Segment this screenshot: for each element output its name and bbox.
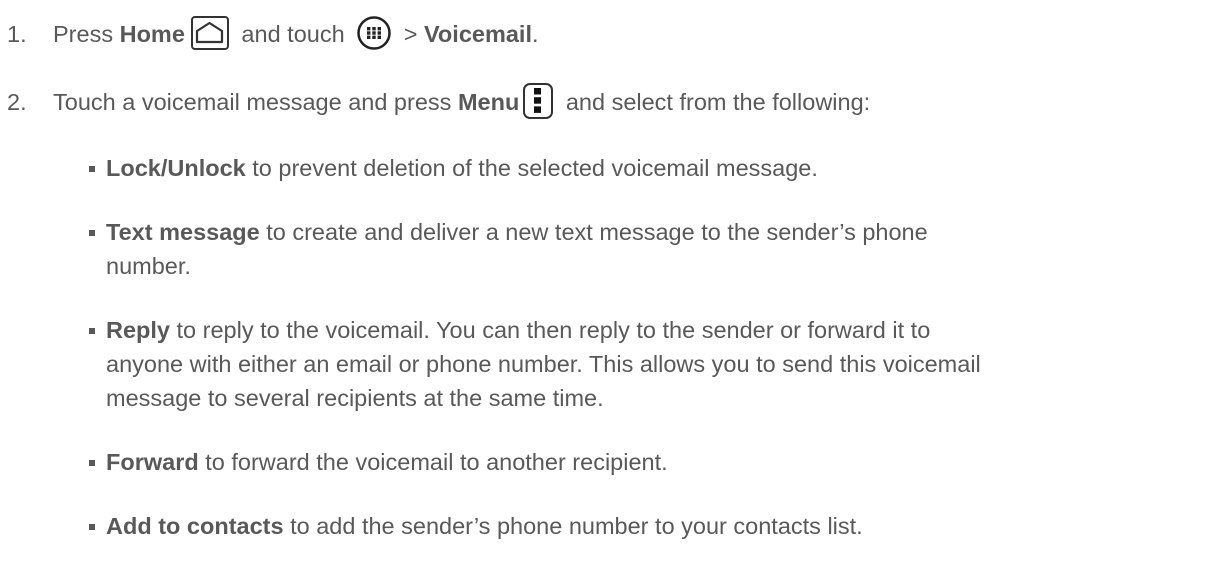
- menu-icon: [523, 82, 554, 119]
- step-number: 2.: [7, 89, 27, 115]
- bullet-marker: [89, 524, 95, 530]
- option-label: Text message: [106, 219, 260, 245]
- home-icon: [190, 15, 229, 50]
- step-text: .: [531, 21, 539, 47]
- option-label: Forward: [106, 449, 199, 475]
- step-1: 1. Press Home and touch > Voicemail.: [7, 15, 539, 53]
- option-description: to add the sender’s phone number to your…: [283, 513, 863, 539]
- step-2: 2. Touch a voicemail message and press Me…: [7, 82, 871, 122]
- voicemail-label: Voicemail: [424, 21, 532, 47]
- step-text: and touch: [234, 21, 352, 47]
- option-label: Add to contacts: [106, 513, 284, 539]
- menu-label: Menu: [457, 89, 520, 115]
- option-reply: Reply to reply to the voicemail. You can…: [89, 313, 1196, 415]
- step-text: Touch a voicemail message and press: [53, 89, 458, 115]
- bullet-marker: [89, 166, 95, 172]
- option-description: to prevent deletion of the selected voic…: [245, 155, 818, 181]
- step-text: and select from the following:: [559, 89, 871, 115]
- step-text: >: [397, 21, 424, 47]
- step-number: 1.: [7, 21, 27, 47]
- option-forward: Forward to forward the voicemail to anot…: [89, 445, 1196, 479]
- apps-icon: [357, 16, 391, 50]
- bullet-marker: [89, 328, 95, 334]
- option-description: to reply to the voicemail. You can then …: [170, 317, 931, 343]
- option-description-line3: message to several recipients at the sam…: [106, 385, 604, 411]
- home-label: Home: [119, 21, 185, 47]
- option-label: Lock/Unlock: [106, 155, 246, 181]
- option-label: Reply: [106, 317, 170, 343]
- bullet-marker: [89, 230, 95, 236]
- option-description: to create and deliver a new text message…: [259, 219, 928, 245]
- option-description: to forward the voicemail to another reci…: [198, 449, 668, 475]
- option-description-line2: number.: [106, 253, 191, 279]
- option-add-to-contacts: Add to contacts to add the sender’s phon…: [89, 509, 1196, 543]
- bullet-marker: [89, 460, 95, 466]
- option-description-line2: anyone with either an email or phone num…: [106, 351, 981, 377]
- option-text-message: Text message to create and deliver a new…: [89, 215, 1196, 283]
- step-text: Press: [53, 21, 120, 47]
- option-lock-unlock: Lock/Unlock to prevent deletion of the s…: [89, 151, 1196, 185]
